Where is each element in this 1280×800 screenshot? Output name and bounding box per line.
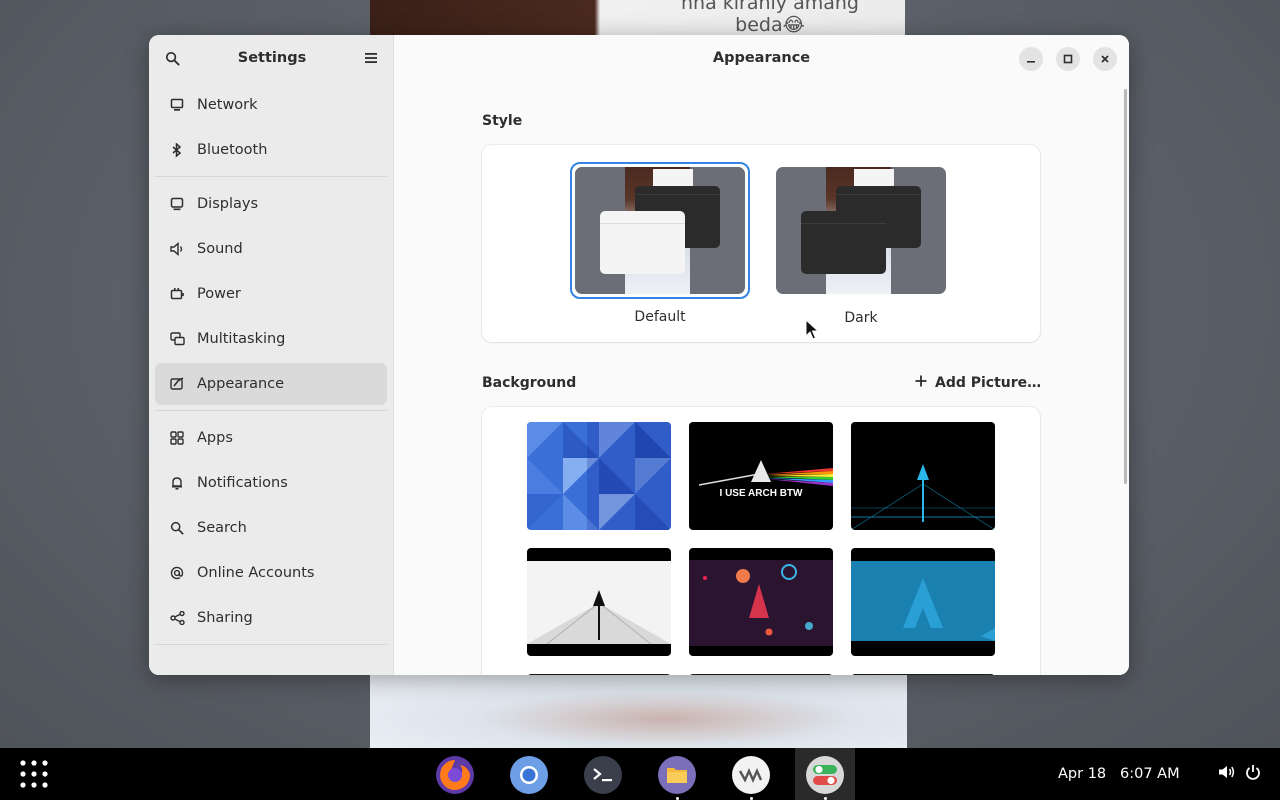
app-grid-icon[interactable] xyxy=(19,759,49,789)
sidebar: Settings Network Bluetooth Displays Soun… xyxy=(149,35,394,675)
sidebar-item-label: Apps xyxy=(197,430,233,446)
sidebar-item-label: Sound xyxy=(197,241,243,257)
style-section-label: Style xyxy=(482,113,523,129)
meme-line-1: nna kiranly amang xyxy=(680,0,859,14)
add-picture-label: Add Picture… xyxy=(935,375,1042,391)
search-icon xyxy=(169,520,185,536)
taskbar: Apr 18 6:07 AM xyxy=(0,748,1280,800)
wallpaper-purple-space[interactable] xyxy=(689,548,833,656)
bluetooth-icon xyxy=(169,142,185,158)
preview-front-light-window xyxy=(600,211,685,274)
sidebar-nav: Network Bluetooth Displays Sound Power M… xyxy=(149,84,393,645)
network-icon xyxy=(169,97,185,113)
sidebar-item-multitasking[interactable]: Multitasking xyxy=(155,318,387,360)
sidebar-item-displays[interactable]: Displays xyxy=(155,183,387,225)
wallpaper-mono-road[interactable] xyxy=(527,548,671,656)
sidebar-item-apps[interactable]: Apps xyxy=(155,417,387,459)
firefox-icon[interactable] xyxy=(434,754,476,796)
sidebar-item-label: Bluetooth xyxy=(197,142,268,158)
sidebar-divider xyxy=(155,644,387,645)
meme-line-2: beda😂 xyxy=(735,14,805,36)
settings-app-icon[interactable] xyxy=(804,754,846,800)
wallpaper-caption: I USE ARCH BTW xyxy=(719,488,803,499)
terminal-icon[interactable] xyxy=(582,754,624,796)
default-style-preview xyxy=(575,167,745,294)
style-option-label: Dark xyxy=(844,310,878,326)
sidebar-item-notifications[interactable]: Notifications xyxy=(155,462,387,504)
appearance-panel: Appearance Style Default Dark Background… xyxy=(394,35,1129,675)
settings-window: Settings Network Bluetooth Displays Soun… xyxy=(149,35,1129,675)
bell-icon xyxy=(169,475,185,491)
wallpaper-partial[interactable] xyxy=(527,674,671,675)
hamburger-menu-icon[interactable] xyxy=(363,49,381,67)
close-icon[interactable] xyxy=(1093,47,1117,71)
sidebar-item-label: Multitasking xyxy=(197,331,286,347)
sidebar-header: Settings xyxy=(149,35,393,81)
page-title: Appearance xyxy=(712,50,811,66)
volume-icon[interactable] xyxy=(1218,764,1236,784)
wallpaper-meme-text: nna kiranly amang beda😂 xyxy=(640,0,900,36)
power-icon xyxy=(169,286,185,302)
selected-style-frame xyxy=(570,162,750,299)
dark-style-preview xyxy=(776,167,946,294)
wallpaper-neon-road[interactable] xyxy=(851,422,995,530)
scrollbar[interactable] xyxy=(1124,89,1127,484)
sidebar-item-online-accounts[interactable]: Online Accounts xyxy=(155,552,387,594)
plus-icon xyxy=(915,375,927,391)
content-header: Appearance xyxy=(394,35,1129,81)
date-label[interactable]: Apr 18 xyxy=(1058,748,1106,800)
multitasking-icon xyxy=(169,331,185,347)
style-option-dark[interactable]: Dark xyxy=(776,167,946,326)
background-card: I USE ARCH BTW xyxy=(482,407,1040,675)
time-label[interactable]: 6:07 AM xyxy=(1120,748,1180,800)
maximize-icon[interactable] xyxy=(1056,47,1080,71)
style-option-label: Default xyxy=(634,309,686,325)
appearance-icon xyxy=(169,376,185,392)
sidebar-item-label: Appearance xyxy=(197,376,285,392)
sidebar-item-appearance[interactable]: Appearance xyxy=(155,363,387,405)
wallpaper-partial[interactable] xyxy=(689,674,833,675)
sidebar-item-label: Search xyxy=(197,520,247,536)
wallpaper-partial[interactable] xyxy=(851,674,995,675)
minimize-icon[interactable] xyxy=(1019,47,1043,71)
vmware-icon[interactable] xyxy=(730,754,772,800)
share-icon xyxy=(169,610,185,626)
sidebar-item-power[interactable]: Power xyxy=(155,273,387,315)
sidebar-item-label: Notifications xyxy=(197,475,288,491)
speaker-icon xyxy=(169,241,185,257)
add-picture-button[interactable]: Add Picture… xyxy=(915,375,1041,391)
sidebar-item-label: Network xyxy=(197,97,258,113)
apps-icon xyxy=(169,430,185,446)
style-option-default[interactable]: Default xyxy=(570,162,750,325)
wallpaper-blue-triangles[interactable] xyxy=(527,422,671,530)
sidebar-divider xyxy=(155,410,387,411)
wallpaper-i-use-arch-btw[interactable]: I USE ARCH BTW xyxy=(689,422,833,530)
files-icon[interactable] xyxy=(656,754,698,800)
desktop-wallpaper-bottom xyxy=(370,675,907,748)
wallpaper-arch-blue[interactable] xyxy=(851,548,995,656)
system-tray[interactable] xyxy=(1218,748,1261,800)
background-section-label: Background xyxy=(482,375,577,391)
sidebar-divider xyxy=(155,176,387,177)
chromium-icon[interactable] xyxy=(508,754,550,796)
sidebar-item-label: Online Accounts xyxy=(197,565,315,581)
sidebar-item-sound[interactable]: Sound xyxy=(155,228,387,270)
power-menu-icon[interactable] xyxy=(1245,764,1261,784)
window-controls xyxy=(1019,47,1117,71)
sidebar-item-label: Sharing xyxy=(197,610,253,626)
search-icon[interactable] xyxy=(163,49,181,67)
sidebar-title: Settings xyxy=(237,50,307,66)
style-card: Default Dark xyxy=(482,145,1040,342)
desktop-wallpaper-top: nna kiranly amang beda😂 xyxy=(370,0,905,36)
display-icon xyxy=(169,196,185,212)
sidebar-item-search[interactable]: Search xyxy=(155,507,387,549)
sidebar-item-bluetooth[interactable]: Bluetooth xyxy=(155,129,387,171)
sidebar-item-sharing[interactable]: Sharing xyxy=(155,597,387,639)
sidebar-item-label: Displays xyxy=(197,196,259,212)
sidebar-item-network[interactable]: Network xyxy=(155,84,387,126)
at-sign-icon xyxy=(169,565,185,581)
preview-front-dark-window xyxy=(801,211,886,274)
mouse-cursor-icon xyxy=(805,318,820,345)
sidebar-item-label: Power xyxy=(197,286,241,302)
